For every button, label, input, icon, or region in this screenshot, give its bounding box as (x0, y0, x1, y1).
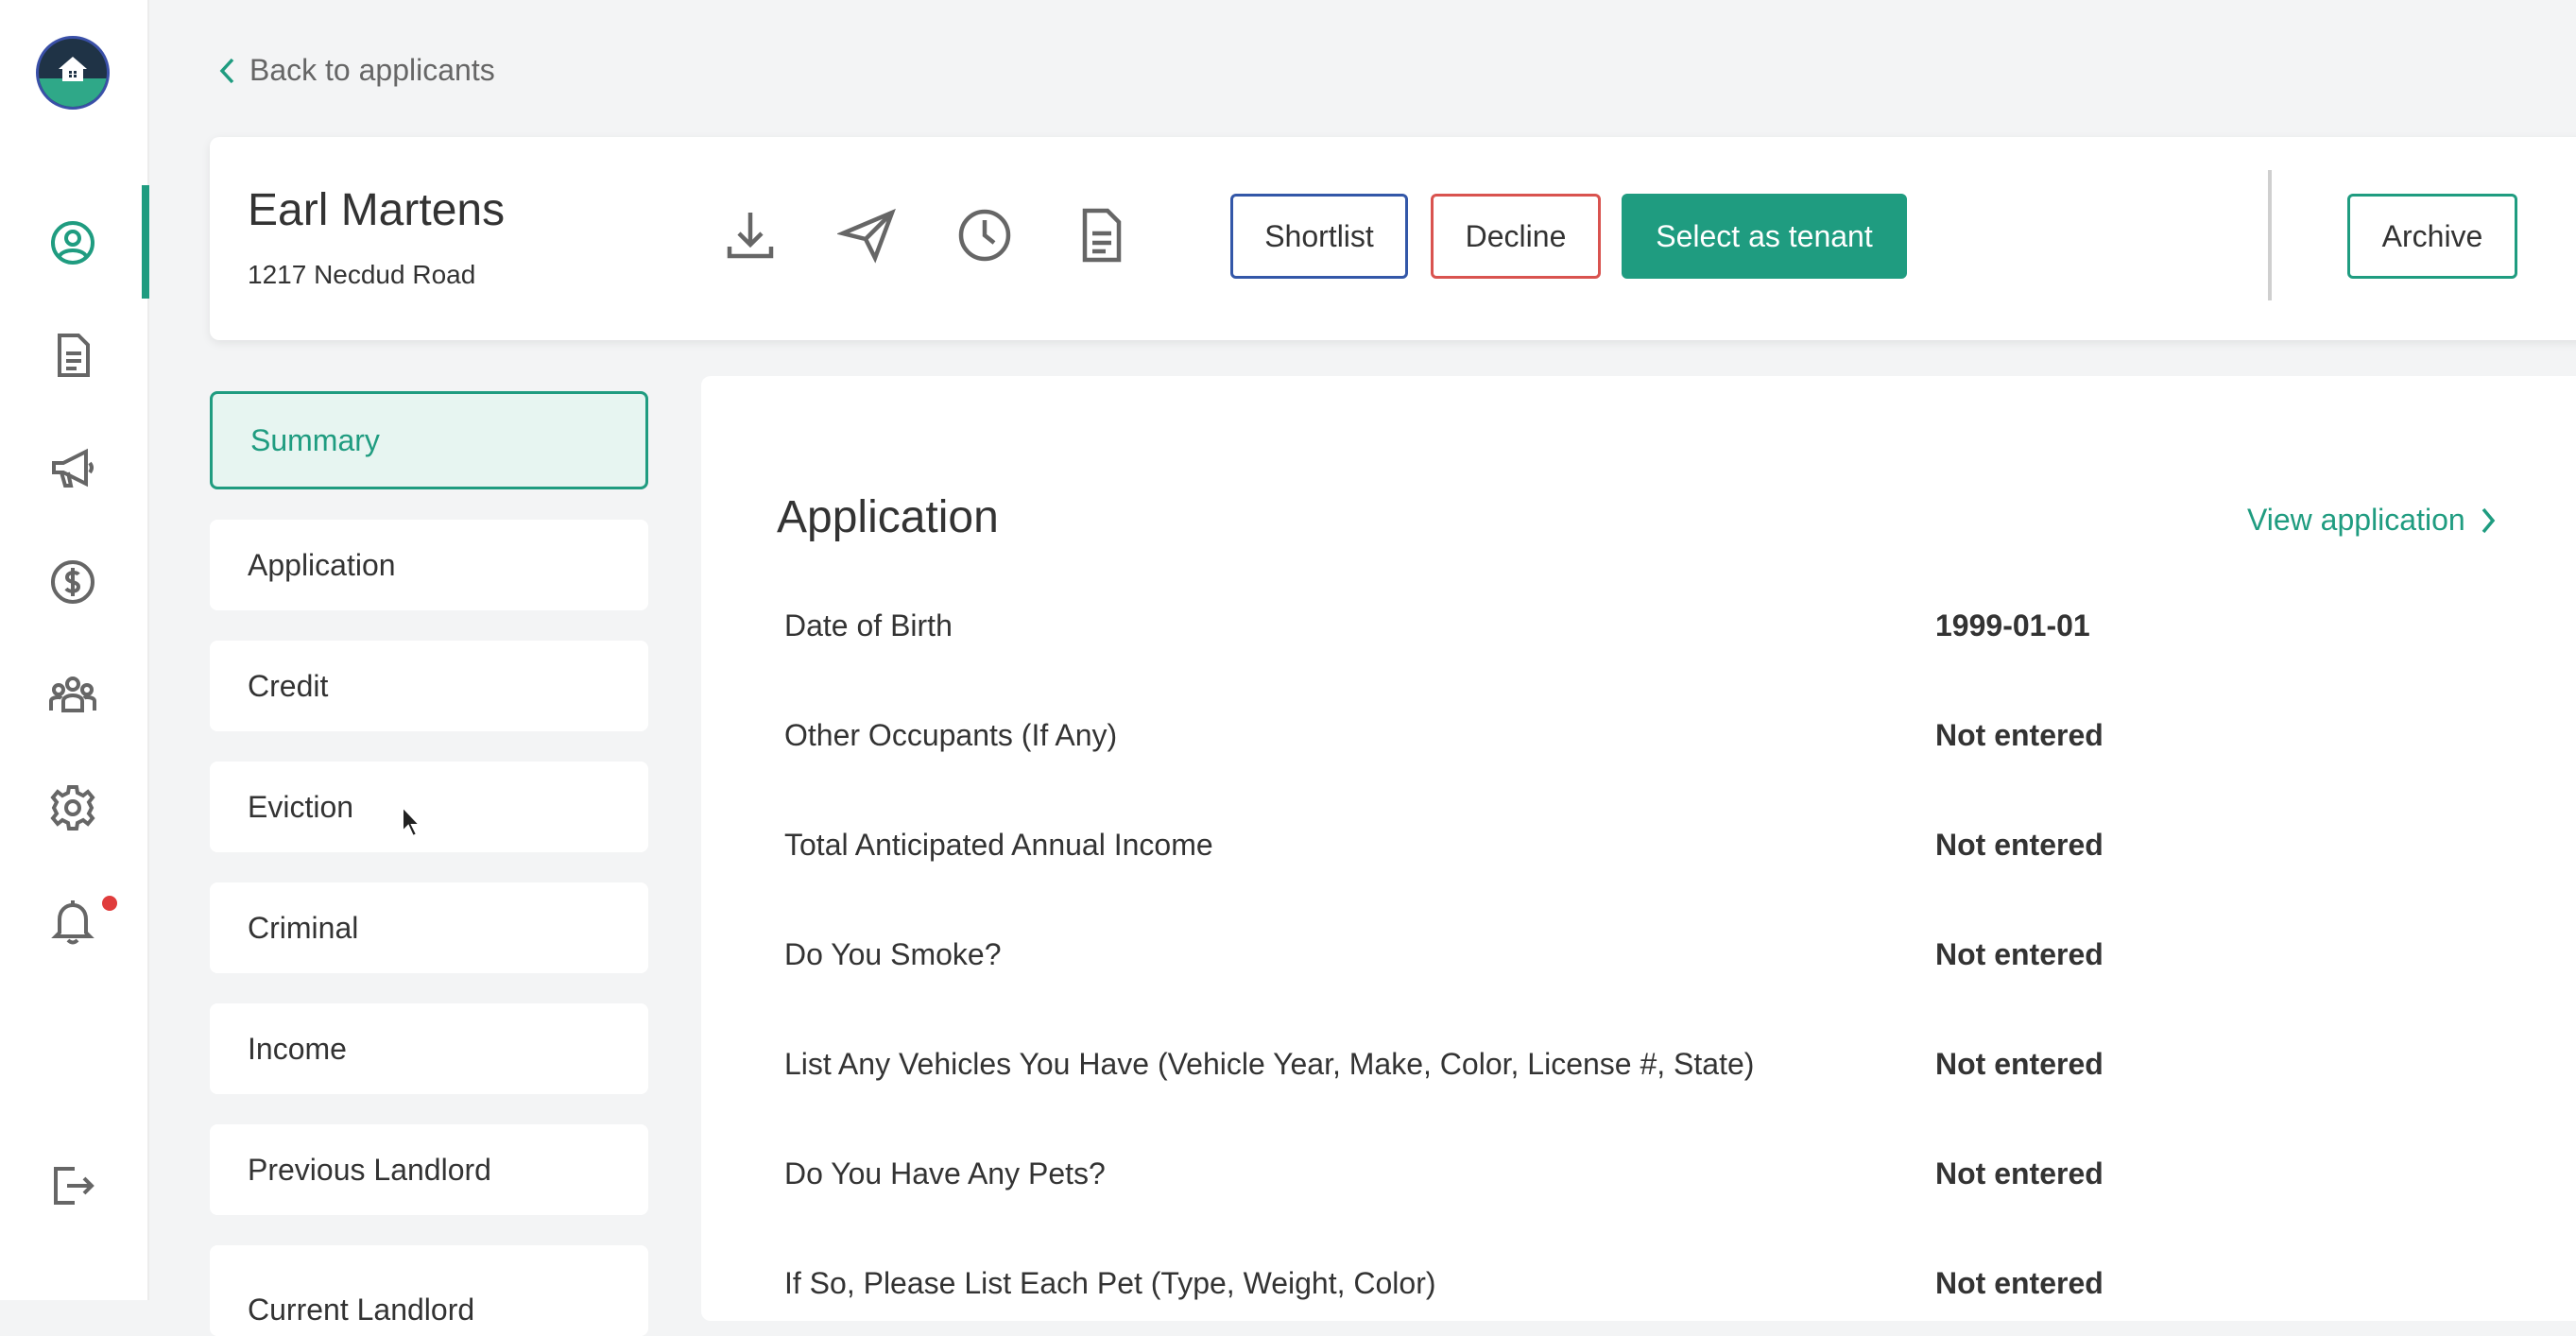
notes-button[interactable] (1072, 205, 1132, 265)
tab-criminal[interactable]: Criminal (210, 882, 648, 973)
megaphone-icon (52, 448, 94, 488)
notification-badge (102, 896, 117, 911)
file-icon (1082, 208, 1122, 263)
back-link-label: Back to applicants (249, 53, 495, 87)
detail-label: Other Occupants (If Any) (784, 718, 1118, 752)
history-button[interactable] (954, 205, 1015, 265)
tab-label: Summary (250, 422, 380, 457)
detail-row: Do You Have Any Pets? Not entered (784, 1156, 2485, 1213)
detail-label: Total Anticipated Annual Income (784, 828, 1213, 862)
tab-label: Current Landlord (248, 1292, 475, 1327)
send-button[interactable] (835, 205, 898, 265)
document-icon (58, 334, 90, 377)
chevron-left-icon (219, 58, 234, 83)
tab-income[interactable]: Income (210, 1003, 648, 1094)
download-button[interactable] (720, 205, 781, 265)
nav-active-indicator (142, 185, 149, 299)
detail-value: Not entered (1935, 828, 2104, 862)
decline-button[interactable]: Decline (1431, 194, 1601, 279)
detail-row: List Any Vehicles You Have (Vehicle Year… (784, 1047, 2485, 1104)
house-icon (59, 57, 87, 81)
archive-button[interactable]: Archive (2347, 194, 2517, 279)
detail-label: Date of Birth (784, 608, 953, 642)
tab-label: Criminal (248, 910, 359, 945)
nav-item-notifications[interactable] (43, 892, 102, 951)
header-divider (2268, 170, 2272, 300)
tab-summary[interactable]: Summary (210, 391, 648, 489)
detail-value: Not entered (1935, 937, 2104, 971)
tab-previous-landlord[interactable]: Previous Landlord (210, 1124, 648, 1215)
detail-value: Not entered (1935, 1047, 2104, 1081)
user-circle-icon (51, 221, 94, 265)
logout-icon (54, 1167, 94, 1205)
app-logo[interactable] (36, 36, 110, 110)
applicant-header: Earl Martens 1217 Necdud Road Shortlist … (210, 137, 2576, 340)
nav-item-payments[interactable] (43, 553, 102, 611)
people-icon (49, 677, 96, 712)
application-summary-card: Application View application Date of Bir… (701, 376, 2576, 1321)
back-to-applicants-link[interactable]: Back to applicants (217, 53, 495, 88)
section-title: Application (777, 492, 999, 542)
left-nav (0, 0, 149, 1300)
tab-label: Eviction (248, 789, 354, 824)
chevron-right-icon (2482, 507, 2495, 533)
nav-item-documents[interactable] (43, 326, 102, 385)
tab-credit[interactable]: Credit (210, 641, 648, 731)
tab-label: Income (248, 1031, 347, 1066)
detail-row: Do You Smoke? Not entered (784, 937, 2485, 994)
detail-value: Not entered (1935, 1266, 2104, 1300)
mouse-cursor-icon (402, 805, 422, 838)
applicant-name: Earl Martens (248, 185, 506, 235)
applicant-address: 1217 Necdud Road (248, 260, 476, 289)
detail-value: Not entered (1935, 718, 2104, 752)
detail-label: Do You Smoke? (784, 937, 1002, 971)
detail-row: Date of Birth 1999-01-01 (784, 608, 2485, 665)
tab-current-landlord[interactable]: Current Landlord (210, 1245, 648, 1336)
nav-item-marketing[interactable] (43, 439, 102, 498)
detail-row: If So, Please List Each Pet (Type, Weigh… (784, 1266, 2485, 1323)
tab-eviction[interactable]: Eviction (210, 762, 648, 852)
detail-row: Other Occupants (If Any) Not entered (784, 718, 2485, 775)
nav-item-applicants[interactable] (43, 214, 102, 272)
shortlist-button[interactable]: Shortlist (1230, 194, 1408, 279)
send-icon (835, 208, 896, 264)
select-as-tenant-button[interactable]: Select as tenant (1622, 194, 1907, 279)
detail-row: Total Anticipated Annual Income Not ente… (784, 828, 2485, 884)
detail-label: If So, Please List Each Pet (Type, Weigh… (784, 1266, 1436, 1300)
gear-icon (50, 785, 95, 831)
view-application-label: View application (2247, 503, 2465, 537)
nav-item-tenants[interactable] (43, 666, 102, 725)
detail-value: Not entered (1935, 1156, 2104, 1190)
clock-icon (958, 209, 1011, 262)
tab-label: Previous Landlord (248, 1152, 491, 1187)
tab-application[interactable]: Application (210, 520, 648, 610)
view-application-link[interactable]: View application (2247, 503, 2498, 538)
detail-label: List Any Vehicles You Have (Vehicle Year… (784, 1047, 1755, 1081)
detail-label: Do You Have Any Pets? (784, 1156, 1106, 1190)
tab-label: Credit (248, 668, 329, 703)
dollar-icon (51, 560, 94, 604)
tab-label: Application (248, 547, 396, 582)
detail-value: 1999-01-01 (1935, 608, 2090, 642)
nav-item-settings[interactable] (43, 779, 102, 837)
nav-item-logout[interactable] (43, 1156, 102, 1215)
download-icon (727, 213, 774, 259)
bell-icon (51, 900, 94, 945)
